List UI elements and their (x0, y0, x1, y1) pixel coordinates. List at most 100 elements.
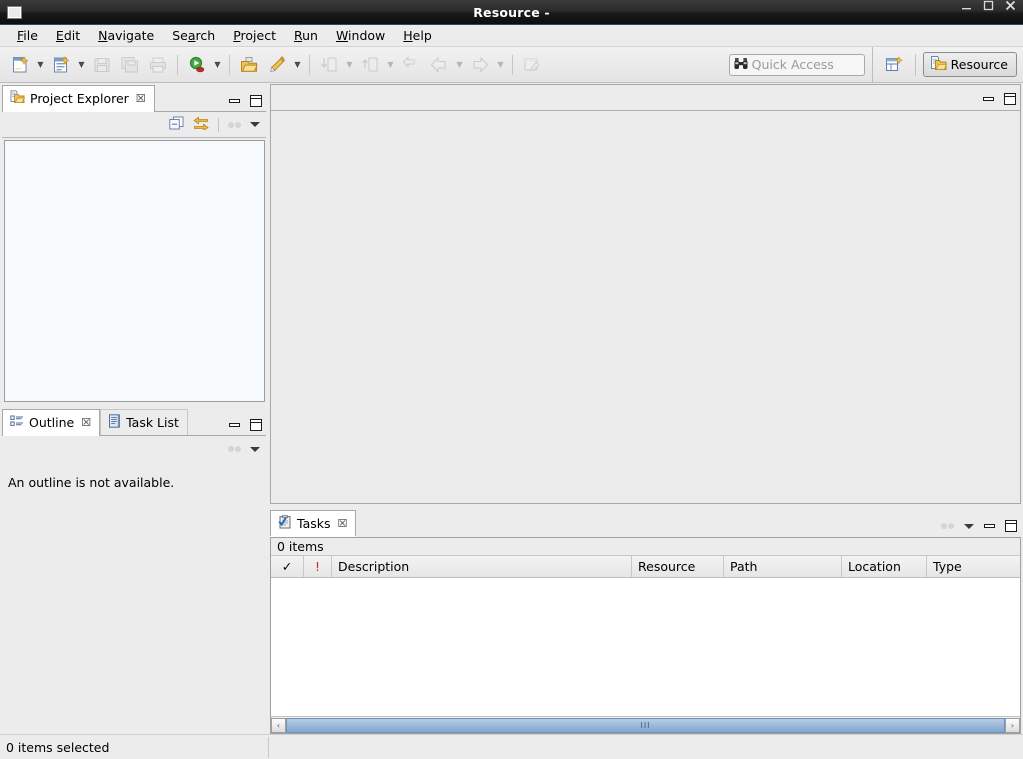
debug-pencil-icon[interactable] (264, 52, 290, 78)
save-all-icon (117, 52, 143, 78)
maximize-icon[interactable] (250, 95, 262, 107)
close-window-button[interactable] (999, 0, 1021, 11)
open-perspective-icon[interactable] (881, 52, 907, 78)
project-explorer-view: Project Explorer ☒ (2, 84, 266, 404)
task-list-icon (108, 414, 121, 431)
editor-tabbar (271, 85, 1020, 111)
save-icon (89, 52, 115, 78)
minimize-icon[interactable] (229, 423, 240, 427)
menu-project[interactable]: Project (224, 26, 285, 45)
next-annotation-icon (357, 52, 383, 78)
tab-label: Project Explorer (30, 91, 129, 106)
column-header-type[interactable]: Type (927, 556, 1007, 577)
last-edit-location-icon (398, 52, 424, 78)
tasks-table-header: ✓ ! Description Resource Path Location T… (271, 556, 1020, 578)
minimize-window-button[interactable] (955, 0, 977, 11)
menu-search[interactable]: Search (163, 26, 224, 45)
scroll-right-arrow-icon[interactable]: › (1005, 717, 1020, 733)
tasks-frame: 0 items ✓ ! Description Resource Path Lo… (270, 537, 1021, 734)
open-folder-icon[interactable] (236, 52, 262, 78)
maximize-icon[interactable] (250, 419, 262, 431)
editor-tab-controls (983, 93, 1016, 105)
column-header-resource[interactable]: Resource (632, 556, 724, 577)
binoculars-icon (734, 57, 748, 73)
view-menu-triangle-icon[interactable] (964, 523, 974, 529)
close-icon[interactable]: ☒ (81, 416, 91, 429)
column-header-location[interactable]: Location (842, 556, 927, 577)
menu-edit[interactable]: Edit (47, 26, 89, 45)
new-file-dropdown-arrow[interactable]: ▼ (34, 52, 47, 78)
column-header-path[interactable]: Path (724, 556, 842, 577)
close-icon[interactable]: ☒ (338, 517, 348, 530)
statusbar-text: 0 items selected (6, 739, 110, 755)
menu-run[interactable]: Run (285, 26, 327, 45)
scrollbar-thumb[interactable]: III (286, 717, 1005, 733)
window-title: Resource - (473, 4, 550, 20)
menu-window[interactable]: Window (327, 26, 394, 45)
editor-empty-area[interactable] (271, 111, 1020, 503)
maximize-window-button[interactable] (977, 0, 999, 11)
tasks-tabbar: Tasks ☒ (270, 508, 1021, 537)
link-with-editor-icon[interactable] (193, 116, 209, 133)
back-dropdown-arrow: ▼ (456, 60, 463, 69)
tab-outline[interactable]: Outline ☒ (2, 409, 101, 436)
menu-file[interactable]: File (8, 26, 47, 45)
outline-tabbar: Outline ☒ Task List (2, 408, 266, 436)
run-dropdown-arrow[interactable]: ▼ (211, 52, 224, 78)
minimize-icon[interactable] (229, 99, 240, 103)
outline-view: Outline ☒ Task List An outline is not av… (2, 408, 266, 734)
minimize-icon[interactable] (983, 97, 994, 101)
toolbar-separator (177, 54, 178, 75)
column-header-priority[interactable]: ! (304, 556, 332, 577)
quick-access-placeholder: Quick Access (751, 57, 834, 72)
menu-navigate[interactable]: Navigate (89, 26, 163, 45)
statusbar-separator (268, 737, 269, 758)
view-menu-dots-icon (941, 523, 954, 529)
collapse-all-icon[interactable] (169, 116, 184, 133)
column-header-completed[interactable]: ✓ (271, 556, 304, 577)
view-menu-triangle-icon[interactable] (250, 446, 260, 452)
new-editor-icon (519, 52, 545, 78)
tab-label: Tasks (297, 516, 331, 531)
outline-tab-controls (229, 419, 262, 431)
new-project-dropdown-arrow[interactable]: ▼ (75, 52, 88, 78)
perspective-label: Resource (950, 57, 1008, 72)
project-explorer-icon (10, 90, 25, 107)
outline-toolbar (2, 436, 266, 462)
new-project-icon[interactable] (48, 52, 74, 78)
toolbar-separator (309, 54, 310, 75)
menu-help[interactable]: Help (394, 26, 441, 45)
view-menu-triangle-icon[interactable] (250, 122, 260, 127)
tab-tasks[interactable]: Tasks ☒ (270, 510, 357, 537)
tasks-horizontal-scrollbar[interactable]: ‹ III › (271, 716, 1020, 733)
workbench-body: Project Explorer ☒ Outline ☒ Task List A… (0, 84, 1023, 734)
debug-dropdown-arrow[interactable]: ▼ (291, 52, 304, 78)
toolbar-divider (871, 46, 873, 83)
close-icon[interactable]: ☒ (136, 92, 146, 105)
tasks-item-count: 0 items (271, 538, 1020, 556)
tab-task-list[interactable]: Task List (100, 409, 188, 435)
window-titlebar: Resource - (0, 0, 1023, 25)
main-toolbar: ▼ ▼ ▼ ▼ ▼ ▼ ▼ ▼ Quick Access Resource (0, 46, 1023, 83)
window-controls (955, 0, 1021, 11)
editor-area (270, 84, 1021, 504)
maximize-icon[interactable] (1004, 93, 1016, 105)
quick-access-input[interactable]: Quick Access (728, 53, 865, 76)
view-menu-dots-icon (228, 121, 241, 128)
toolbar-separator (229, 54, 230, 75)
perspective-resource-button[interactable]: Resource (922, 52, 1017, 77)
forward-arrow-icon (467, 52, 493, 78)
tasks-table-body[interactable] (271, 600, 1020, 715)
maximize-icon[interactable] (1005, 520, 1017, 532)
outline-icon (10, 415, 24, 431)
new-file-icon[interactable] (7, 52, 33, 78)
tab-project-explorer[interactable]: Project Explorer ☒ (2, 85, 155, 112)
project-explorer-tree[interactable] (4, 140, 265, 402)
minimize-icon[interactable] (984, 524, 995, 528)
run-icon[interactable] (184, 52, 210, 78)
tab-label: Outline (29, 415, 75, 430)
menubar: File Edit Navigate Search Project Run Wi… (0, 25, 1023, 47)
scroll-left-arrow-icon[interactable]: ‹ (271, 717, 286, 733)
previous-annotation-dropdown-arrow: ▼ (346, 60, 353, 69)
column-header-description[interactable]: Description (332, 556, 632, 577)
